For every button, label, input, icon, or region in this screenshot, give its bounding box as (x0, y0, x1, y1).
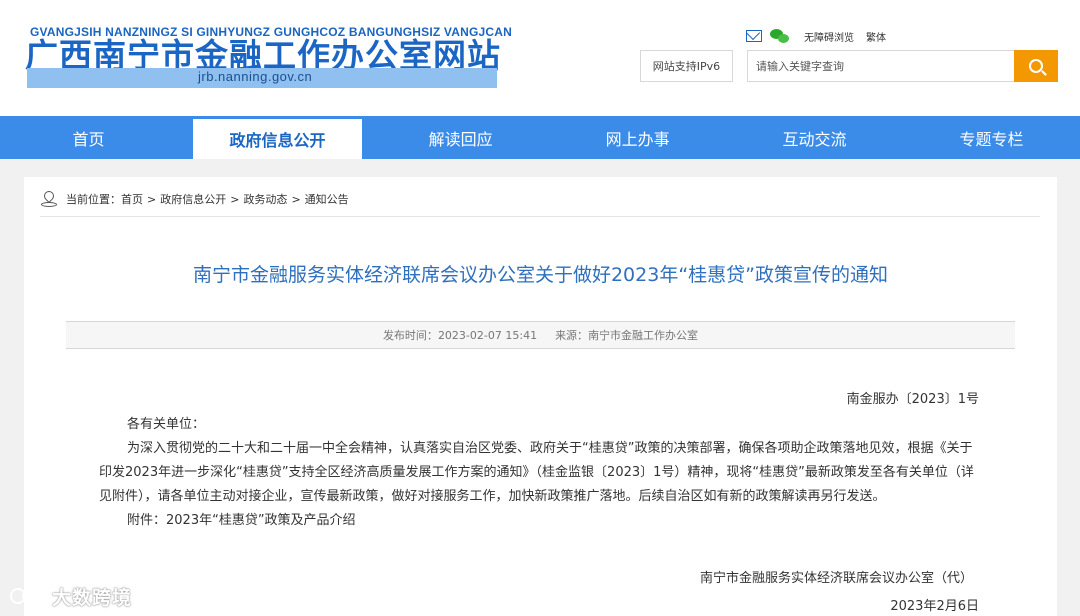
accessibility-link[interactable]: 无障碍浏览 (804, 29, 854, 44)
salutation: 各有关单位： (127, 417, 206, 432)
watermark-logo-icon (10, 586, 46, 606)
source-label: 来源： (555, 329, 589, 342)
watermark: 大数跨境 (10, 582, 132, 610)
breadcrumb-gov-info[interactable]: 政府信息公开 (160, 191, 226, 207)
traditional-chinese-link[interactable]: 繁体 (866, 29, 886, 44)
breadcrumb-separator: > (147, 192, 157, 206)
nav-item-interpretation[interactable]: 解读回应 (372, 116, 549, 159)
breadcrumb-notices[interactable]: 通知公告 (305, 191, 349, 207)
nav-item-gov-info[interactable]: 政府信息公开 (192, 119, 363, 159)
published-value: 2023-02-07 15:41 (437, 328, 538, 342)
search-icon (1029, 59, 1043, 73)
watermark-text: 大数跨境 (52, 586, 133, 609)
search-input[interactable] (747, 50, 1015, 82)
breadcrumb-divider (40, 216, 1040, 217)
article-title: 南宁市金融服务实体经济联席会议办公室关于做好2023年“桂惠贷”政策宣传的通知 (192, 264, 889, 286)
attachment-line[interactable]: 附件：2023年“桂惠贷”政策及产品介绍 (99, 509, 983, 533)
breadcrumb: 当前位置： 首页 > 政府信息公开 > 政务动态 > 通知公告 (40, 188, 349, 209)
sign-date: 2023年2月6日 (890, 599, 979, 614)
breadcrumb-separator: > (230, 192, 240, 206)
article-meta: 发布时间： 2023-02-07 15:41 来源： 南宁市金融工作办公室 (66, 321, 1015, 349)
top-links: 无障碍浏览 繁体 (746, 27, 898, 45)
nav-item-special-topics[interactable]: 专题专栏 (903, 116, 1080, 159)
published-label: 发布时间： (382, 329, 438, 342)
breadcrumb-separator: > (291, 192, 301, 206)
nav-item-online-services[interactable]: 网上办事 (549, 116, 726, 159)
source-value: 南宁市金融工作办公室 (588, 329, 699, 342)
document-number: 南金服办〔2023〕1号 (846, 392, 979, 407)
breadcrumb-home[interactable]: 首页 (121, 191, 143, 207)
location-icon (40, 188, 58, 208)
breadcrumb-prefix: 当前位置： (66, 193, 121, 206)
search-button[interactable] (1014, 50, 1058, 82)
main-nav: 首页 政府信息公开 解读回应 网上办事 互动交流 专题专栏 (0, 116, 1080, 159)
nav-item-home[interactable]: 首页 (0, 116, 177, 159)
body-paragraph: 为深入贯彻党的二十大和二十届一中全会精神，认真落实自治区党委、政府关于“桂惠贷”… (99, 441, 974, 504)
site-url: jrb.nanning.gov.cn (198, 69, 313, 84)
nav-item-interaction[interactable]: 互动交流 (726, 116, 903, 159)
article-panel: 当前位置： 首页 > 政府信息公开 > 政务动态 > 通知公告 南宁市金融服务实… (24, 177, 1057, 616)
wechat-icon[interactable] (770, 28, 790, 44)
mail-icon[interactable] (746, 30, 762, 42)
signature: 南宁市金融服务实体经济联席会议办公室（代） (699, 571, 973, 586)
ipv6-badge: 网站支持IPv6 (640, 50, 733, 82)
site-header: GVANGJSIH NANZNINGZ SI GINHYUNGZ GUNGHCO… (0, 0, 1080, 116)
article-body: 各有关单位： 为深入贯彻党的二十大和二十届一中全会精神，认真落实自治区党委、政府… (99, 413, 983, 533)
breadcrumb-gov-news[interactable]: 政务动态 (243, 191, 287, 207)
